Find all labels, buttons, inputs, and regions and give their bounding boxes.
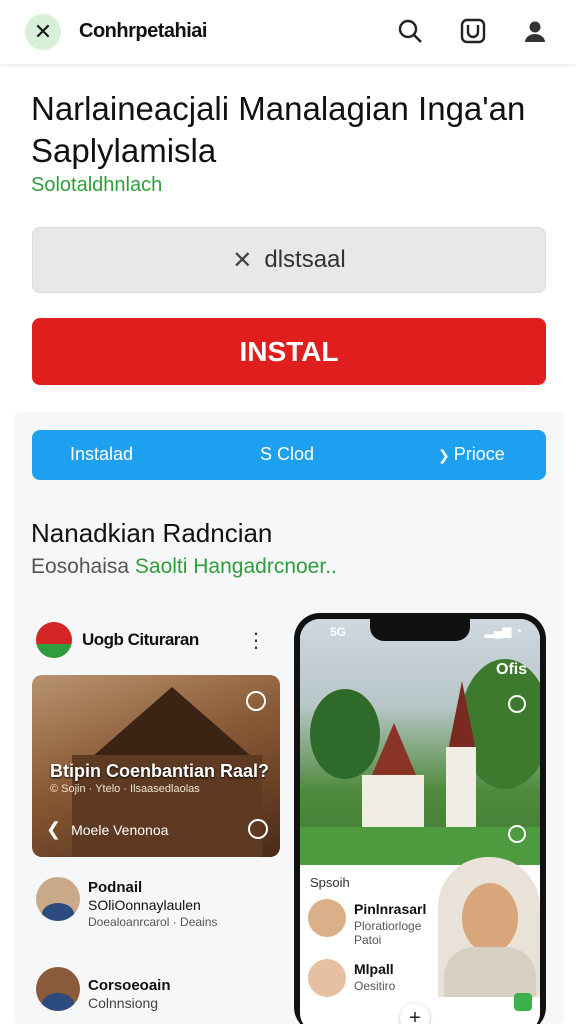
photo-footer: ❮ Moele Venonoa bbox=[46, 819, 168, 840]
portrait-photo bbox=[438, 857, 540, 997]
list-item[interactable]: Podnail SOliOonnaylaulen Doealoanrcarol … bbox=[32, 877, 282, 937]
tab-price[interactable]: ❯ Prioce bbox=[438, 444, 505, 465]
featured-photo[interactable]: Btipin Coenbantian Raal? © Sojin · Ytelo… bbox=[32, 675, 280, 857]
avatar[interactable] bbox=[36, 622, 72, 658]
clock-icon[interactable] bbox=[508, 825, 526, 843]
settings-icon[interactable] bbox=[508, 695, 526, 713]
app-title: Narlaineacjali Manalagian Inga'an Saplyl… bbox=[31, 90, 526, 169]
avatar bbox=[308, 899, 346, 937]
phone-mockup: Ofis 5G ▂▄▆ ◔ Spsoih Pinlnrasarl Plorati… bbox=[294, 613, 546, 1024]
portrait-body-shape bbox=[444, 947, 536, 997]
person-role: Colnnsiong bbox=[88, 995, 159, 1011]
disable-button-label: dlstsaal bbox=[264, 246, 346, 273]
scene-photo[interactable]: Ofis bbox=[300, 619, 540, 865]
spire-shape bbox=[372, 723, 416, 775]
list-item[interactable]: Mlpall Oesitiro bbox=[308, 959, 438, 1007]
status-icons: ▂▄▆ ◔ bbox=[484, 624, 522, 638]
phone-section-label: Spsoih bbox=[310, 875, 350, 890]
search-icon[interactable] bbox=[395, 16, 425, 46]
person-name: Podnail bbox=[88, 879, 143, 896]
overlay-text: Ofis bbox=[496, 661, 528, 678]
tower-shape bbox=[446, 747, 476, 827]
phone-screen: Ofis 5G ▂▄▆ ◔ Spsoih Pinlnrasarl Plorati… bbox=[300, 619, 540, 1024]
app-logo[interactable]: ✕ bbox=[25, 14, 61, 50]
status-bar: 5G ▂▄▆ ◔ bbox=[300, 623, 540, 641]
tab-scroll[interactable]: S Clod bbox=[260, 444, 314, 465]
avatar bbox=[36, 967, 80, 1011]
back-arrow-icon[interactable]: ❮ bbox=[46, 819, 61, 839]
app-name: Conhrpetahiai bbox=[79, 20, 207, 42]
chat-bubble-icon[interactable] bbox=[246, 691, 266, 711]
section-subtitle-link[interactable]: Saolti Hangadrcnoer.. bbox=[135, 555, 337, 578]
building-shape bbox=[362, 775, 424, 827]
house-roof-shape bbox=[92, 687, 252, 757]
section-subtitle-text: Eosohaisa bbox=[31, 555, 135, 578]
card-author-name: Uogb Cituraran bbox=[82, 630, 199, 649]
person-name: Corsoeoain bbox=[88, 977, 171, 994]
info-icon[interactable] bbox=[248, 819, 268, 839]
section-subtitle: Eosohaisa Saolti Hangadrcnoer.. bbox=[31, 555, 337, 579]
developer-name[interactable]: Solotaldhnlach bbox=[31, 174, 162, 197]
card-header: Uogb Cituraran ⋮ bbox=[32, 622, 282, 662]
photo-footer-label: Moele Venonoa bbox=[71, 822, 169, 838]
tab-price-label: Prioce bbox=[453, 444, 505, 464]
avatar bbox=[36, 877, 80, 921]
close-x-icon: ✕ bbox=[33, 19, 53, 44]
photo-meta: © Sojin · Ytelo · Ilsaasedlaolas bbox=[50, 783, 200, 795]
chevron-right-icon: ❯ bbox=[438, 447, 450, 463]
photo-title: Btipin Coenbantian Raal? bbox=[50, 761, 270, 781]
tab-bar: Instalad S Clod ❯ Prioce bbox=[32, 430, 546, 480]
post-card: Uogb Cituraran ⋮ Btipin Coenbantian Raal… bbox=[32, 612, 282, 1024]
portrait-face-shape bbox=[462, 883, 518, 953]
account-icon[interactable] bbox=[520, 16, 550, 46]
tree-shape bbox=[310, 689, 380, 779]
avatar bbox=[308, 959, 346, 997]
person-role: SOliOonnaylaulen bbox=[88, 897, 201, 913]
section-title: Nanadkian Radncian bbox=[31, 518, 273, 548]
u-square-icon[interactable] bbox=[458, 16, 488, 46]
app-badge-icon bbox=[514, 993, 532, 1011]
disable-button[interactable]: ✕ dlstsaal bbox=[32, 227, 546, 293]
person-name: Pinlnrasarl bbox=[354, 901, 427, 917]
spire-shape bbox=[448, 681, 476, 751]
install-button[interactable]: INSTAL bbox=[32, 318, 546, 385]
list-item[interactable]: Pinlnrasarl Ploratiorloge Patoi bbox=[308, 899, 438, 947]
status-network: 5G bbox=[330, 625, 347, 639]
list-item[interactable]: Corsoeoain Colnnsiong bbox=[32, 967, 282, 1024]
close-icon: ✕ bbox=[232, 246, 253, 274]
person-meta: Doealoanrcarol · Deains bbox=[88, 915, 218, 929]
person-name: Mlpall bbox=[354, 961, 394, 977]
top-bar: ✕ Conhrpetahiai bbox=[0, 0, 576, 64]
tab-installed[interactable]: Instalad bbox=[70, 444, 133, 465]
more-options-icon[interactable]: ⋮ bbox=[246, 628, 266, 653]
person-meta: Oesitiro bbox=[354, 979, 396, 993]
person-meta: Ploratiorloge Patoi bbox=[354, 919, 422, 947]
